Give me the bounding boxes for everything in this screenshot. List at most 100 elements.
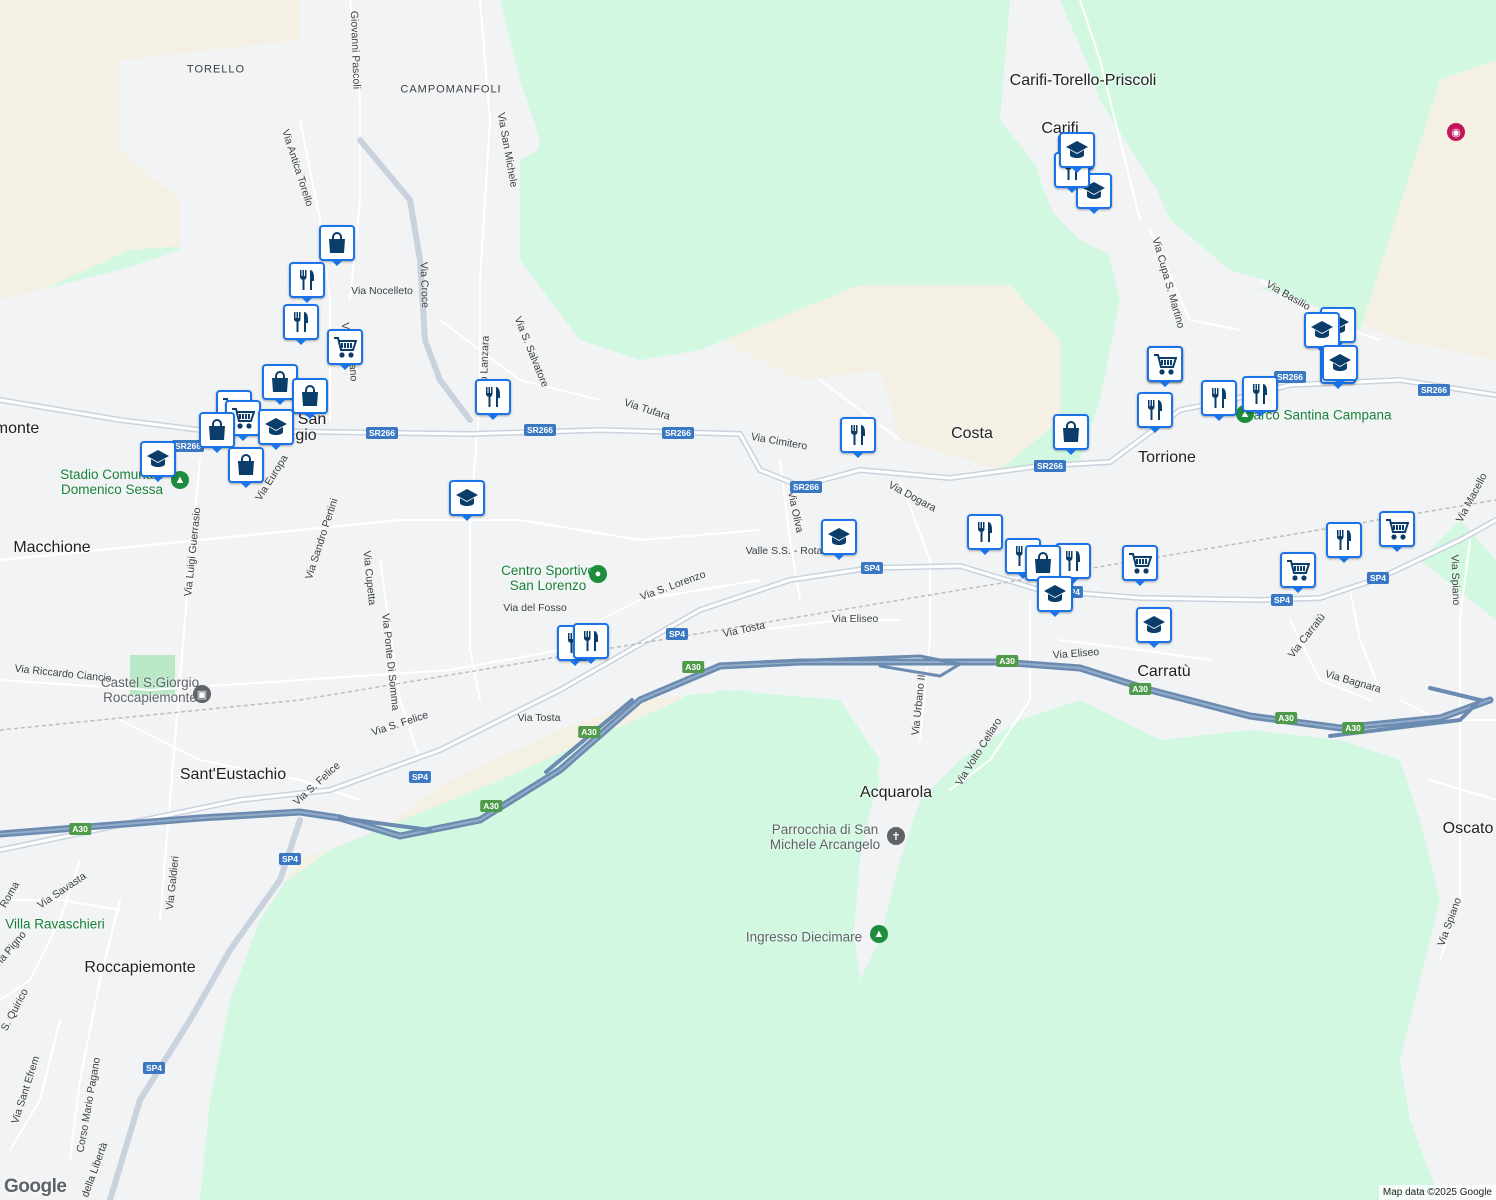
- restaurant-marker[interactable]: [1137, 392, 1173, 433]
- restaurant-icon: [295, 268, 319, 292]
- route-shield: SP4: [142, 1062, 166, 1074]
- place-label: Torrione: [1138, 449, 1196, 466]
- place-label: Acquarola: [859, 784, 933, 801]
- place-label: Costa: [951, 425, 993, 442]
- school-marker[interactable]: [449, 480, 485, 521]
- school-marker[interactable]: [1136, 607, 1172, 648]
- place-label: TORELLO: [186, 63, 246, 76]
- place-label: Carifi-Torello-Priscoli: [1009, 72, 1157, 89]
- place-label: Macchione: [13, 539, 91, 556]
- grocery-icon: [1153, 352, 1177, 376]
- grocery-icon: [1128, 551, 1152, 575]
- school-icon: [1043, 582, 1067, 606]
- restaurant-marker[interactable]: [1326, 522, 1362, 563]
- route-shield: SP4: [1270, 594, 1294, 606]
- school-marker[interactable]: [821, 519, 857, 560]
- school-marker[interactable]: [1059, 132, 1095, 173]
- route-shield: SR266: [524, 424, 556, 436]
- restaurant-marker[interactable]: [289, 262, 325, 303]
- route-shield: A30: [682, 661, 704, 673]
- street-label: Via del Fosso: [503, 601, 567, 614]
- grocery-marker[interactable]: [327, 329, 363, 370]
- route-shield: A30: [480, 800, 502, 812]
- train-station-icon[interactable]: ▣: [193, 685, 211, 703]
- route-shield: SP4: [408, 771, 432, 783]
- restaurant-marker[interactable]: [967, 514, 1003, 555]
- grocery-marker[interactable]: [1122, 545, 1158, 586]
- route-shield: SR266: [1274, 371, 1306, 383]
- school-icon: [455, 486, 479, 510]
- shopping-marker[interactable]: [228, 447, 264, 488]
- shopping-marker[interactable]: [199, 412, 235, 453]
- poi-label[interactable]: Villa Ravaschieri: [5, 917, 105, 932]
- route-shield: SP4: [860, 562, 884, 574]
- restaurant-marker[interactable]: [475, 379, 511, 420]
- restaurant-icon: [1332, 528, 1356, 552]
- attraction-icon[interactable]: ◉: [1447, 123, 1465, 141]
- poi-label[interactable]: Castel S.Giorgio Roccapiemonte: [101, 675, 199, 705]
- place-label: CAMPOMANFOLI: [400, 83, 502, 96]
- school-marker[interactable]: [140, 441, 176, 482]
- google-logo: Google: [4, 1176, 67, 1197]
- sports-center-icon[interactable]: ●: [589, 565, 607, 583]
- school-marker[interactable]: [1037, 576, 1073, 617]
- school-icon: [264, 415, 288, 439]
- shopping-icon: [325, 231, 349, 255]
- grocery-marker[interactable]: [1147, 346, 1183, 387]
- grocery-marker[interactable]: [1280, 552, 1316, 593]
- school-marker[interactable]: [258, 409, 294, 450]
- street-label: Giovanni Pascoli: [347, 10, 363, 90]
- shopping-icon: [298, 384, 322, 408]
- shopping-icon: [1059, 420, 1083, 444]
- restaurant-icon: [973, 520, 997, 544]
- restaurant-icon: [1207, 386, 1231, 410]
- route-shield: A30: [1342, 722, 1364, 734]
- restaurant-icon: [846, 423, 870, 447]
- place-label: Roccapiemonte: [84, 959, 196, 976]
- restaurant-icon: [1143, 398, 1167, 422]
- restaurant-marker[interactable]: [840, 417, 876, 458]
- nature-reserve-icon[interactable]: ▲: [870, 925, 888, 943]
- route-shield: SP4: [1366, 572, 1390, 584]
- route-shield: SR266: [662, 427, 694, 439]
- route-shield: SP4: [278, 853, 302, 865]
- route-shield: A30: [1129, 683, 1151, 695]
- poi-label[interactable]: Ingresso Diecimare: [746, 930, 862, 945]
- grocery-icon: [1385, 517, 1409, 541]
- restaurant-marker[interactable]: [1201, 380, 1237, 421]
- restaurant-marker[interactable]: [573, 623, 609, 664]
- shopping-icon: [234, 453, 258, 477]
- shopping-marker[interactable]: [1053, 414, 1089, 455]
- school-icon: [1310, 318, 1334, 342]
- route-shield: A30: [996, 655, 1018, 667]
- restaurant-marker[interactable]: [1242, 376, 1278, 417]
- grocery-icon: [333, 335, 357, 359]
- route-shield: A30: [69, 823, 91, 835]
- school-icon: [827, 525, 851, 549]
- school-icon: [1328, 351, 1352, 375]
- street-label: Via Spiano: [1448, 554, 1463, 606]
- school-marker[interactable]: [1322, 345, 1358, 386]
- shopping-marker[interactable]: [292, 378, 328, 419]
- poi-label[interactable]: Centro Sportivo San Lorenzo: [501, 563, 595, 593]
- grocery-marker[interactable]: [1379, 511, 1415, 552]
- map-attribution[interactable]: Map data ©2025 Google: [1378, 1185, 1496, 1200]
- grocery-icon: [1286, 558, 1310, 582]
- restaurant-icon: [1248, 382, 1272, 406]
- shopping-marker[interactable]: [319, 225, 355, 266]
- school-icon: [1065, 138, 1089, 162]
- shopping-icon: [268, 370, 292, 394]
- place-label: gio: [295, 427, 317, 444]
- street-label: Via Eliseo: [831, 612, 879, 625]
- route-shield: SR266: [790, 481, 822, 493]
- restaurant-icon: [1061, 549, 1085, 573]
- church-icon[interactable]: ✝: [887, 827, 905, 845]
- poi-label[interactable]: Parrocchia di San Michele Arcangelo: [770, 822, 880, 852]
- school-marker[interactable]: [1304, 312, 1340, 353]
- restaurant-marker[interactable]: [283, 304, 319, 345]
- route-shield: SR266: [366, 427, 398, 439]
- place-label: Sant'Eustachio: [179, 766, 287, 783]
- restaurant-icon: [481, 385, 505, 409]
- route-shield: SR266: [1418, 384, 1450, 396]
- street-label: Via Croce: [417, 261, 432, 309]
